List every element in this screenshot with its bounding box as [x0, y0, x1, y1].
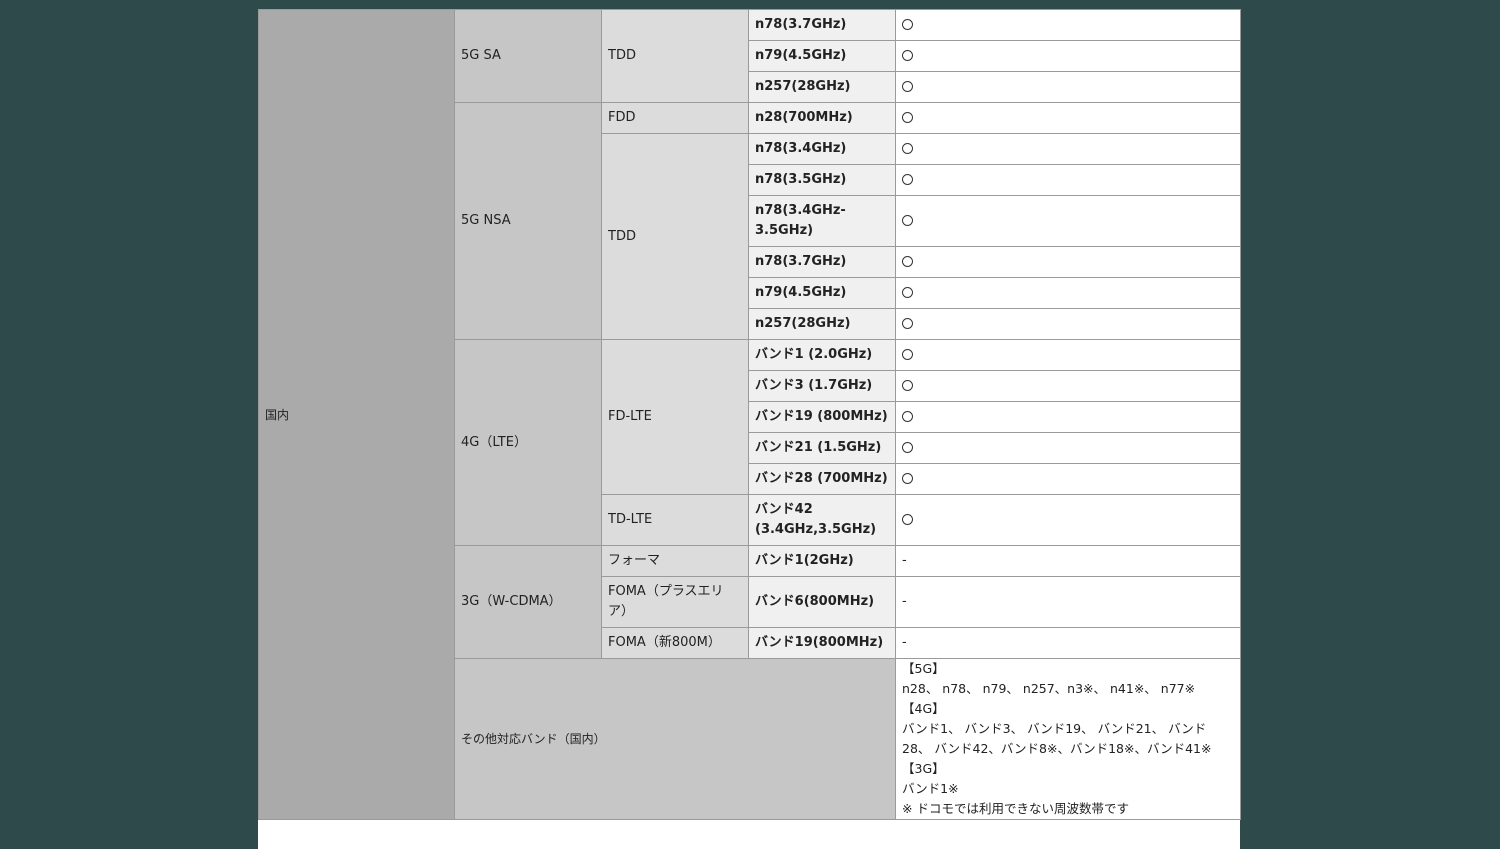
mode-foma-plus: FOMA（プラスエリア） — [601, 576, 749, 628]
other-bands-line: バンド1※ — [902, 781, 959, 796]
supported-circle-icon — [902, 256, 913, 267]
band-cell: バンド3 (1.7GHz) — [748, 370, 896, 402]
supported-circle-icon — [902, 19, 913, 30]
band-cell: n257(28GHz) — [748, 308, 896, 340]
other-bands-line: バンド1、 バンド3、 バンド19、 バンド21、 バンド — [902, 721, 1207, 736]
band-cell: n78(3.4GHz-3.5GHz) — [748, 195, 896, 247]
mode-tdd-nsa: TDD — [601, 133, 749, 340]
band-cell: バンド28 (700MHz) — [748, 463, 896, 495]
mode-td-lte: TD-LTE — [601, 494, 749, 546]
support-cell — [895, 370, 1241, 402]
support-cell — [895, 308, 1241, 340]
support-cell — [895, 494, 1241, 546]
supported-circle-icon — [902, 287, 913, 298]
mode-foma-800: FOMA（新800M） — [601, 627, 749, 659]
band-cell: n78(3.7GHz) — [748, 9, 896, 41]
band-cell: バンド19(800MHz) — [748, 627, 896, 659]
table-row: 国内 5G SA TDD n78(3.7GHz) — [258, 9, 1241, 820]
band-cell: バンド1(2GHz) — [748, 545, 896, 577]
other-bands-line: 28、 バンド42、バンド8※、バンド18※、バンド41※ — [902, 741, 1212, 756]
band-cell: バンド21 (1.5GHz) — [748, 432, 896, 464]
other-bands-line: 【4G】 — [902, 701, 945, 716]
generation-5g-nsa: 5G NSA — [454, 102, 602, 340]
support-cell — [895, 277, 1241, 309]
support-cell — [895, 164, 1241, 196]
other-bands-line: n28、 n78、 n79、 n257、n3※、 n41※、 n77※ — [902, 681, 1196, 696]
mode-fd-lte: FD-LTE — [601, 339, 749, 495]
supported-circle-icon — [902, 349, 913, 360]
support-cell — [895, 102, 1241, 134]
supported-circle-icon — [902, 442, 913, 453]
supported-circle-icon — [902, 112, 913, 123]
band-cell: n257(28GHz) — [748, 71, 896, 103]
band-cell: n78(3.5GHz) — [748, 164, 896, 196]
band-cell: バンド6(800MHz) — [748, 576, 896, 628]
supported-circle-icon — [902, 514, 913, 525]
support-cell — [895, 432, 1241, 464]
support-cell: - — [895, 627, 1241, 659]
other-bands-line: 【3G】 — [902, 761, 945, 776]
other-bands-line: ※ ドコモでは利用できない周波数帯です — [902, 801, 1129, 816]
support-cell — [895, 195, 1241, 247]
support-cell — [895, 339, 1241, 371]
other-bands-label: その他対応バンド（国内） — [454, 658, 896, 820]
band-cell: n28(700MHz) — [748, 102, 896, 134]
supported-circle-icon — [902, 50, 913, 61]
support-cell: - — [895, 576, 1241, 628]
band-cell: n79(4.5GHz) — [748, 40, 896, 72]
mode-foma: フォーマ — [601, 545, 749, 577]
mode-fdd: FDD — [601, 102, 749, 134]
support-cell — [895, 71, 1241, 103]
support-cell — [895, 40, 1241, 72]
other-bands-list: 【5G】 n28、 n78、 n79、 n257、n3※、 n41※、 n77※… — [895, 658, 1241, 820]
supported-circle-icon — [902, 215, 913, 226]
supported-circle-icon — [902, 81, 913, 92]
supported-circle-icon — [902, 318, 913, 329]
generation-4g: 4G（LTE） — [454, 339, 602, 546]
band-spec-table: 国内 5G SA TDD n78(3.7GHz) n79(4.5GHz) n25… — [258, 9, 1241, 820]
other-bands-line: 【5G】 — [902, 661, 945, 676]
band-cell: n79(4.5GHz) — [748, 277, 896, 309]
supported-circle-icon — [902, 473, 913, 484]
band-cell: バンド42 (3.4GHz,3.5GHz) — [748, 494, 896, 546]
support-cell — [895, 133, 1241, 165]
band-cell: バンド1 (2.0GHz) — [748, 339, 896, 371]
support-cell — [895, 401, 1241, 433]
band-cell: n78(3.7GHz) — [748, 246, 896, 278]
support-cell — [895, 463, 1241, 495]
supported-circle-icon — [902, 380, 913, 391]
generation-5g-sa: 5G SA — [454, 9, 602, 103]
supported-circle-icon — [902, 411, 913, 422]
generation-3g: 3G（W-CDMA） — [454, 545, 602, 659]
support-cell — [895, 9, 1241, 41]
spec-sheet: 国内 5G SA TDD n78(3.7GHz) n79(4.5GHz) n25… — [258, 9, 1241, 849]
band-cell: バンド19 (800MHz) — [748, 401, 896, 433]
support-cell: - — [895, 545, 1241, 577]
band-cell: n78(3.4GHz) — [748, 133, 896, 165]
supported-circle-icon — [902, 143, 913, 154]
supported-circle-icon — [902, 174, 913, 185]
mode-tdd-sa: TDD — [601, 9, 749, 103]
support-cell — [895, 246, 1241, 278]
region-cell: 国内 — [258, 9, 455, 820]
